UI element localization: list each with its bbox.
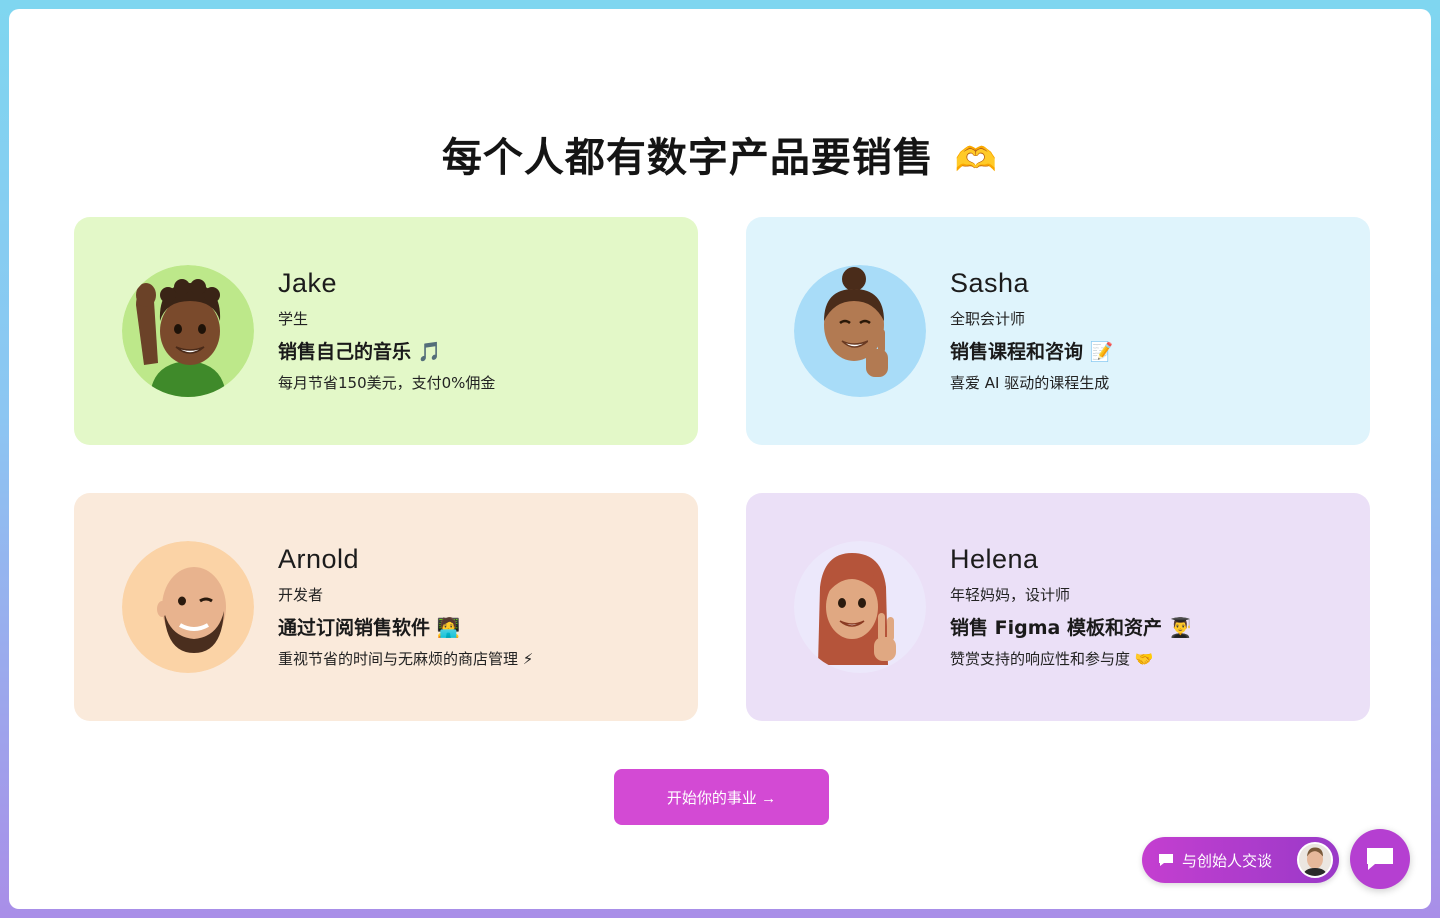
chat-bubble-icon [1159, 854, 1173, 866]
persona-name: Helena [950, 544, 1039, 574]
persona-product: 销售 Figma 模板和资产 👨‍🎓 [950, 617, 1193, 639]
page-title: 每个人都有数字产品要销售 🫶 [0, 125, 1440, 183]
chat-bubble-icon [1367, 848, 1393, 870]
persona-benefit: 每月节省150美元，支付0%佣金 [278, 374, 496, 392]
persona-name: Jake [278, 268, 338, 298]
persona-card-arnold: Arnold 开发者 通过订阅销售软件 🧑‍💻 重视节省的时间与无麻烦的商店管理… [74, 493, 698, 721]
memoji-redhead-woman-icon [794, 541, 926, 673]
memoji-winking-man-icon [122, 541, 254, 673]
talk-to-founder-button[interactable]: 与创始人交谈 [1142, 837, 1339, 883]
persona-card-jake: Jake 学生 销售自己的音乐 🎵 每月节省150美元，支付0%佣金 [74, 217, 698, 445]
memoji-waving-boy-icon [122, 265, 254, 397]
persona-card-sasha: Sasha 全职会计师 销售课程和咨询 📝 喜爱 AI 驱动的课程生成 [746, 217, 1370, 445]
persona-benefit: 重视节省的时间与无麻烦的商店管理 ⚡ [278, 650, 534, 668]
persona-name: Sasha [950, 268, 1030, 298]
talk-to-founder-label: 与创始人交谈 [1182, 851, 1273, 870]
founder-avatar [1297, 842, 1333, 878]
persona-product: 通过订阅销售软件 🧑‍💻 [278, 617, 461, 639]
memoji-peace-girl-icon [794, 265, 926, 397]
persona-role: 全职会计师 [950, 310, 1026, 328]
persona-role: 年轻妈妈，设计师 [950, 586, 1071, 604]
page-title-text: 每个人都有数字产品要销售 [441, 135, 934, 181]
persona-card-helena: Helena 年轻妈妈，设计师 销售 Figma 模板和资产 👨‍🎓 赞赏支持的… [746, 493, 1370, 721]
start-business-button[interactable]: 开始你的事业 → [614, 769, 829, 825]
heart-hands-emoji: 🫶 [954, 140, 999, 180]
persona-role: 学生 [278, 310, 309, 328]
persona-role: 开发者 [278, 586, 324, 604]
persona-name: Arnold [278, 544, 360, 574]
persona-benefit: 喜爱 AI 驱动的课程生成 [950, 374, 1110, 392]
persona-product: 销售自己的音乐 🎵 [278, 341, 442, 363]
open-chat-button[interactable] [1350, 829, 1410, 889]
persona-benefit: 赞赏支持的响应性和参与度 🤝 [950, 650, 1154, 668]
persona-product: 销售课程和咨询 📝 [950, 341, 1114, 363]
